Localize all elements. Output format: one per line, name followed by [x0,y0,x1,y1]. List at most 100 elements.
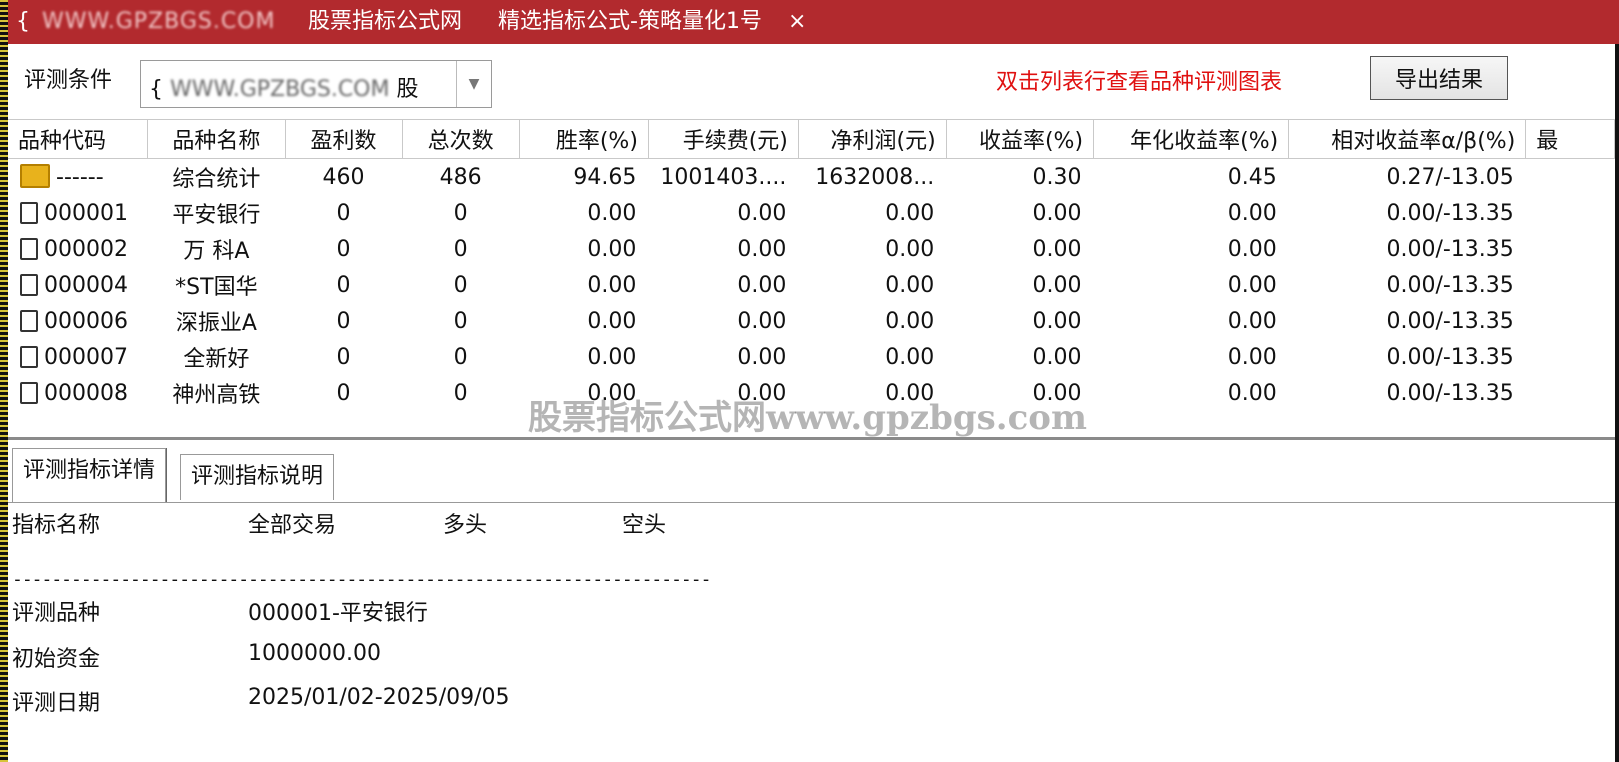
col-header-extra[interactable]: 最 [1525,119,1615,159]
cell-win: 0 [285,375,402,411]
cell-win: 0 [285,231,402,267]
table-row[interactable]: 000001 平安银行 0 0 0.00 0.00 0.00 0.00 0.00 0.00/-13… [8,195,1615,231]
condition-value-site: WWW.GPZBGS.COM [170,77,390,102]
left-border-strip [0,0,8,762]
condition-combobox[interactable]: { WWW.GPZBGS.COM 股 ▼ [140,60,492,108]
cell-name-text: 综合统计 [172,167,261,192]
cell-total: 0 [402,231,519,267]
cell-relative: 0.27/-13.05 [1289,159,1526,196]
cell-profit: 0.00 [798,267,946,303]
detail-separator: ----------------------------------------… [12,569,711,590]
cell-rate-text: 94.65 [573,164,637,190]
cell-code-text: 000007 [44,344,128,370]
cell-rate-text: 0.00 [587,272,637,298]
cell-fee: 0.00 [648,339,798,375]
cell-rate: 0.00 [519,267,648,303]
table-row[interactable]: 000002 万 科A 0 0 0.00 0.00 0.00 0.00 0.00 0.00/-13… [8,231,1615,267]
cell-relative: 0.00/-13.35 [1289,303,1526,339]
col-header-return[interactable]: 收益率(%) [946,119,1095,159]
col-header-code[interactable]: 品种代码 [8,119,149,159]
cell-return-text: 0.00 [1032,272,1082,298]
cell-code-text: 000002 [44,236,128,262]
col-header-relative[interactable]: 相对收益率α/β(%) [1288,119,1527,159]
hint-text: 双击列表行查看品种评测图表 [996,70,1283,95]
detail-value: 2025/01/02-2025/09/05 [248,685,510,710]
close-icon[interactable]: × [788,0,806,44]
col-header-profit[interactable]: 净利润(元) [798,119,947,159]
grid-divider[interactable] [8,437,1615,440]
results-table: 品种代码 品种名称 盈利数 总次数 胜率(%) 手续费(元) 净利润(元) 收益… [8,119,1615,411]
export-results-button[interactable]: 导出结果 [1370,56,1508,100]
cell-name: 综合统计 [148,159,285,196]
cell-rate: 94.65 [519,159,648,196]
cell-profit: 0.00 [798,195,946,231]
cell-rate-text: 0.00 [587,344,637,370]
cell-name-text: 平安银行 [172,203,261,228]
cell-profit-text: 0.00 [885,272,935,298]
cell-extra [1526,159,1615,196]
cell-name: 神州高铁 [148,375,285,411]
cell-relative-text: 0.00/-13.35 [1386,200,1514,226]
cell-name-text: 神州高铁 [172,383,261,408]
cell-return: 0.00 [946,231,1093,267]
col-header-total[interactable]: 总次数 [402,119,520,159]
detail-label: 初始资金 [12,647,101,672]
cell-total: 0 [402,375,519,411]
cell-total: 486 [402,159,519,196]
cell-fee: 1001403.... [648,159,798,196]
title-site-blurred: WWW.GPZBGS.COM [42,9,276,34]
cell-fee-text: 0.00 [737,308,787,334]
document-icon [20,381,38,404]
cell-profit-text: 0.00 [885,236,935,262]
cell-fee-text: 1001403.... [660,164,787,190]
cell-relative: 0.00/-13.35 [1289,339,1526,375]
table-row[interactable]: 000007 全新好 0 0 0.00 0.00 0.00 0.00 0.00 0.00/-13.… [8,339,1615,375]
cell-extra [1526,339,1615,375]
col-header-name[interactable]: 品种名称 [147,119,286,159]
cell-fee-text: 0.00 [737,344,787,370]
col-header-win[interactable]: 盈利数 [285,119,403,159]
cell-rate: 0.00 [519,375,648,411]
cell-fee-text: 0.00 [737,200,787,226]
tab-indicator-description[interactable]: 评测指标说明 [180,454,335,500]
cell-win-text: 0 [336,236,351,262]
cell-total-text: 0 [453,236,468,262]
cell-extra [1526,303,1615,339]
document-icon [20,273,38,296]
cell-rate: 0.00 [519,339,648,375]
cell-return: 0.00 [946,195,1093,231]
cell-return: 0.00 [946,267,1093,303]
cell-annual: 0.00 [1094,375,1289,411]
detail-value: 1000000.00 [248,641,381,666]
cell-profit-text: 0.00 [885,344,935,370]
table-row-summary[interactable]: ------ 综合统计 460 486 94.65 1001403.... 1632008.… [8,159,1615,196]
cell-extra [1526,267,1615,303]
detail-panel: 指标名称 全部交易 多头 空头 ------------------------… [8,503,1615,762]
cell-code: 000004 [8,267,148,303]
cell-name: 深振业A [148,303,285,339]
detail-header-all: 全部交易 [248,513,337,538]
cell-name-text: 万 科A [183,239,250,264]
cell-name: 全新好 [148,339,285,375]
tab-indicator-details[interactable]: 评测指标详情 [12,448,167,502]
cell-total-text: 0 [453,200,468,226]
cell-annual-text: 0.00 [1227,308,1277,334]
cell-return: 0.00 [946,303,1093,339]
condition-label: 评测条件 [24,68,113,93]
col-header-fee[interactable]: 手续费(元) [648,119,799,159]
table-row[interactable]: 000004 *ST国华 0 0 0.00 0.00 0.00 0.00 0.00 0.00/-1… [8,267,1615,303]
cell-name: 平安银行 [148,195,285,231]
cell-code-text: 000001 [44,200,128,226]
document-icon [20,201,38,224]
condition-value-prefix: { [149,77,163,102]
col-header-rate[interactable]: 胜率(%) [519,119,649,159]
document-icon [20,309,38,332]
cell-code: 000008 [8,375,148,411]
cell-annual: 0.00 [1094,267,1289,303]
cell-code-text: ------ [56,165,104,190]
table-row[interactable]: 000006 深振业A 0 0 0.00 0.00 0.00 0.00 0.00 0.00/-13… [8,303,1615,339]
cell-relative-text: 0.00/-13.35 [1386,380,1514,406]
table-row[interactable]: 000008 神州高铁 0 0 0.00 0.00 0.00 0.00 0.00 0.00/-13… [8,375,1615,411]
col-header-annual[interactable]: 年化收益率(%) [1093,119,1290,159]
chevron-down-icon[interactable]: ▼ [456,61,491,107]
